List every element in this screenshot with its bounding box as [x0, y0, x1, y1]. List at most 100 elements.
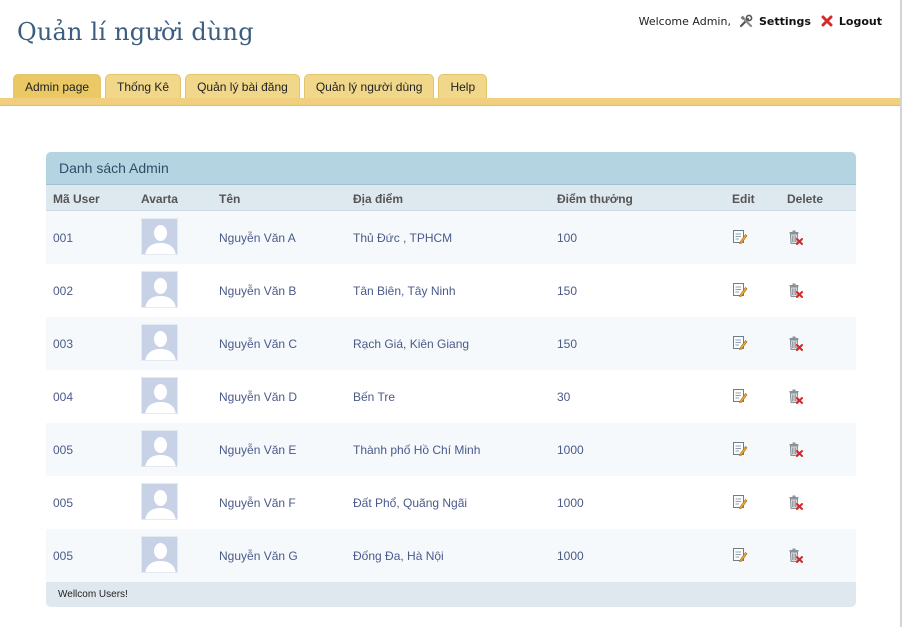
user-id: 001 — [53, 231, 74, 245]
user-id: 005 — [53, 549, 74, 563]
admin-list-panel: Danh sách Admin Mã User Avarta Tên Địa đ… — [46, 152, 856, 607]
user-silhouette-icon — [142, 219, 177, 254]
tab-post-management[interactable]: Quản lý bài đăng — [185, 74, 300, 99]
table-row: 005 Nguyễn Văn F Đất Phổ, Quãng Ngãi 100… — [46, 476, 856, 529]
user-points: 100 — [557, 231, 578, 245]
page-title: Quản lí người dùng — [17, 18, 254, 46]
avatar — [141, 324, 178, 361]
panel-footer: Wellcom Users! — [46, 582, 856, 607]
user-location: Thành phố Hồ Chí Minh — [353, 443, 481, 457]
user-points: 1000 — [557, 496, 584, 510]
user-name: Nguyễn Văn B — [219, 284, 297, 298]
settings-label: Settings — [758, 14, 811, 28]
user-bar: Welcome Admin, Settings Logout — [639, 14, 882, 28]
column-header-points: Điểm thưởng — [557, 192, 633, 206]
column-header-place: Địa điểm — [353, 192, 404, 206]
main-nav: Admin page Thống Kê Quản lý bài đăng Quả… — [13, 74, 491, 99]
user-name: Nguyễn Văn A — [219, 231, 296, 245]
user-name: Nguyễn Văn F — [219, 496, 296, 510]
tab-statistics[interactable]: Thống Kê — [105, 74, 182, 99]
edit-button[interactable] — [732, 282, 748, 298]
user-name: Nguyễn Văn G — [219, 549, 298, 563]
edit-button[interactable] — [732, 441, 748, 457]
column-header-name: Tên — [219, 192, 241, 206]
tab-help[interactable]: Help — [438, 74, 488, 99]
edit-button[interactable] — [732, 229, 748, 245]
trash-delete-icon — [789, 389, 803, 404]
user-silhouette-icon — [142, 325, 177, 360]
close-x-icon — [821, 15, 833, 27]
user-id: 003 — [53, 337, 74, 351]
delete-button[interactable] — [787, 441, 803, 457]
nav-underline-bar — [0, 98, 900, 106]
user-location: Thủ Đức , TPHCM — [353, 231, 453, 245]
user-points: 150 — [557, 284, 578, 298]
trash-delete-icon — [789, 495, 803, 510]
table-row: 005 Nguyễn Văn G Đống Đa, Hà Nội 1000 — [46, 529, 856, 582]
logout-label: Logout — [838, 14, 882, 28]
edit-button[interactable] — [732, 547, 748, 563]
trash-delete-icon — [789, 336, 803, 351]
edit-icon — [733, 230, 748, 244]
edit-icon — [733, 495, 748, 509]
edit-icon — [733, 548, 748, 562]
delete-button[interactable] — [787, 547, 803, 563]
settings-link[interactable]: Settings — [739, 14, 811, 28]
edit-button[interactable] — [732, 388, 748, 404]
delete-button[interactable] — [787, 229, 803, 245]
column-header-id: Mã User — [53, 192, 100, 206]
avatar — [141, 483, 178, 520]
user-name: Nguyễn Văn E — [219, 443, 297, 457]
edit-icon — [733, 336, 748, 350]
user-silhouette-icon — [142, 272, 177, 307]
table-row: 002 Nguyễn Văn B Tân Biên, Tây Ninh 150 — [46, 264, 856, 317]
column-header-edit: Edit — [732, 192, 755, 206]
user-location: Bến Tre — [353, 390, 396, 404]
table-row: 004 Nguyễn Văn D Bến Tre 30 — [46, 370, 856, 423]
user-silhouette-icon — [142, 431, 177, 466]
edit-button[interactable] — [732, 335, 748, 351]
tab-user-management[interactable]: Quản lý người dùng — [303, 74, 435, 99]
user-points: 1000 — [557, 549, 584, 563]
user-id: 002 — [53, 284, 74, 298]
edit-icon — [733, 283, 748, 297]
edit-button[interactable] — [732, 494, 748, 510]
edit-icon — [733, 389, 748, 403]
user-id: 004 — [53, 390, 74, 404]
avatar — [141, 430, 178, 467]
user-id: 005 — [53, 443, 74, 457]
avatar — [141, 271, 178, 308]
logout-link[interactable]: Logout — [821, 15, 882, 28]
avatar — [141, 218, 178, 255]
tools-icon — [739, 14, 753, 28]
tab-admin-page[interactable]: Admin page — [13, 74, 102, 99]
user-name: Nguyễn Văn C — [219, 337, 298, 351]
delete-button[interactable] — [787, 494, 803, 510]
delete-button[interactable] — [787, 335, 803, 351]
table-row: 005 Nguyễn Văn E Thành phố Hồ Chí Minh 1… — [46, 423, 856, 476]
table-row: 003 Nguyễn Văn C Rạch Giá, Kiên Giang 15… — [46, 317, 856, 370]
user-points: 150 — [557, 337, 578, 351]
delete-button[interactable] — [787, 282, 803, 298]
user-name: Nguyễn Văn D — [219, 390, 298, 404]
user-points: 30 — [557, 390, 571, 404]
delete-button[interactable] — [787, 388, 803, 404]
table-row: 001 Nguyễn Văn A Thủ Đức , TPHCM 100 — [46, 211, 856, 264]
trash-delete-icon — [789, 548, 803, 563]
table-header: Mã User Avarta Tên Địa điểm Điểm thưởng … — [46, 185, 856, 211]
user-location: Đống Đa, Hà Nội — [353, 549, 444, 563]
column-header-delete: Delete — [787, 192, 824, 206]
trash-delete-icon — [789, 230, 803, 245]
trash-delete-icon — [789, 442, 803, 457]
user-location: Rạch Giá, Kiên Giang — [353, 337, 470, 351]
table-body: 001 Nguyễn Văn A Thủ Đức , TPHCM 100 002… — [46, 211, 856, 582]
column-header-avatar: Avarta — [141, 192, 178, 206]
user-location: Tân Biên, Tây Ninh — [353, 284, 456, 298]
user-silhouette-icon — [142, 537, 177, 572]
avatar — [141, 377, 178, 414]
welcome-text: Welcome Admin, — [638, 14, 731, 28]
user-silhouette-icon — [142, 484, 177, 519]
user-location: Đất Phổ, Quãng Ngãi — [353, 496, 468, 510]
panel-title: Danh sách Admin — [46, 152, 856, 185]
user-silhouette-icon — [142, 378, 177, 413]
